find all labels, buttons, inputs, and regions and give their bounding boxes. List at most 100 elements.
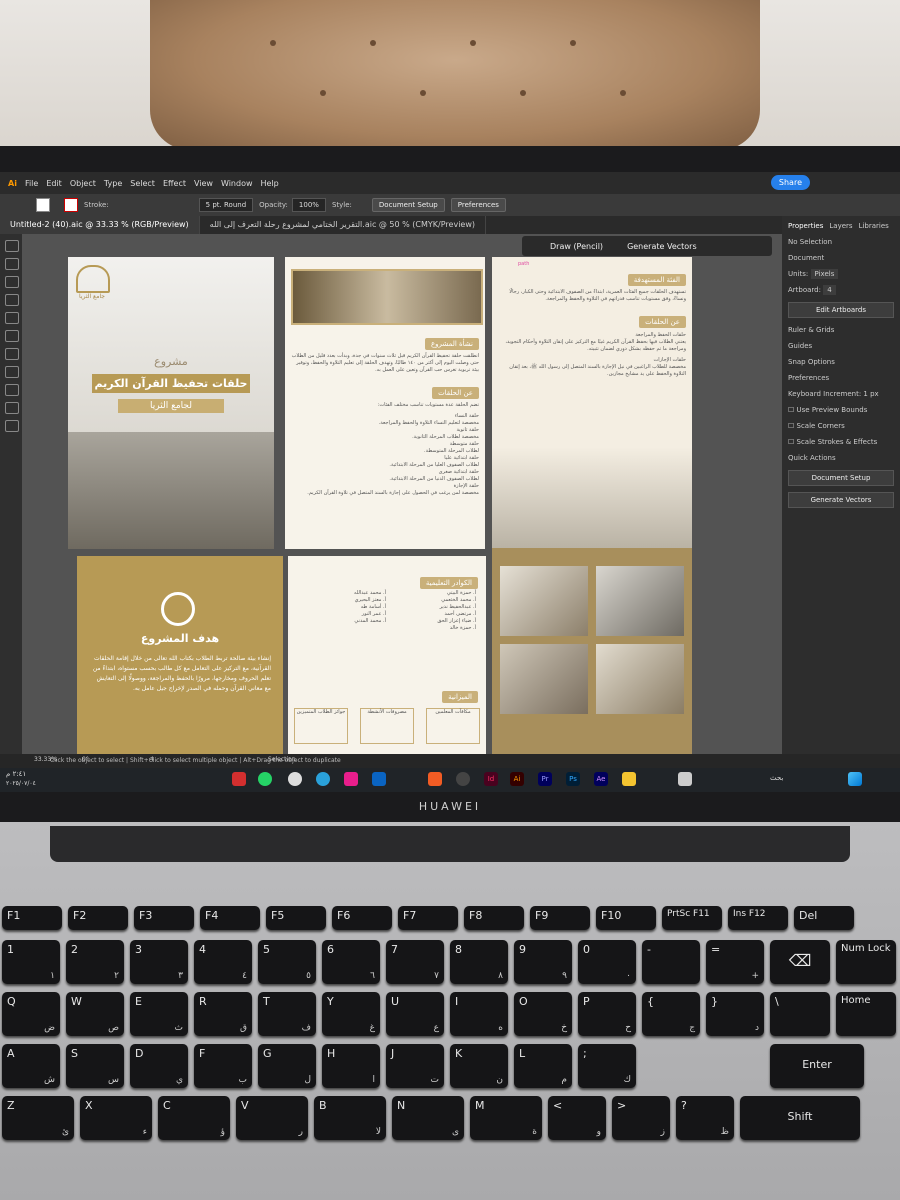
- key-8[interactable]: 8٨: [450, 940, 508, 984]
- artboard-select[interactable]: 4: [823, 285, 836, 295]
- key-a[interactable]: Aش: [2, 1044, 60, 1088]
- search-box[interactable]: بحث: [770, 774, 783, 782]
- share-button[interactable]: Share: [770, 175, 810, 190]
- direct-selection-tool-icon[interactable]: [5, 258, 19, 270]
- key-6[interactable]: 6٦: [322, 940, 380, 984]
- tab-libraries[interactable]: Libraries: [859, 222, 889, 230]
- acrobat-icon[interactable]: [232, 772, 246, 786]
- key-k[interactable]: Kن: [450, 1044, 508, 1088]
- key-y[interactable]: Yغ: [322, 992, 380, 1036]
- key-left-brace[interactable]: {ج: [642, 992, 700, 1036]
- edit-artboards-button[interactable]: Edit Artboards: [788, 302, 894, 318]
- key-shift-right[interactable]: Shift: [740, 1096, 860, 1140]
- indesign-icon[interactable]: Id: [484, 772, 498, 786]
- key-f12[interactable]: Ins F12: [728, 906, 788, 930]
- key-3[interactable]: 3٣: [130, 940, 188, 984]
- menu-window[interactable]: Window: [221, 179, 253, 188]
- key-slash[interactable]: ? ظ: [676, 1096, 734, 1140]
- brush-tool-icon[interactable]: [5, 348, 19, 360]
- key-f11[interactable]: PrtSc F11: [662, 906, 722, 930]
- key-t[interactable]: Tف: [258, 992, 316, 1036]
- tab-final-report[interactable]: التقرير الختامي لمشروع رحلة التعرف إلى ا…: [200, 216, 486, 234]
- artboard-project-goal[interactable]: هدف المشروع إنشاء بيئة صالحة تربط الطلاب…: [77, 556, 283, 754]
- rotation-value[interactable]: 0°: [82, 756, 89, 763]
- pink-app-icon[interactable]: [344, 772, 358, 786]
- key-c[interactable]: Cؤ: [158, 1096, 230, 1140]
- key-r[interactable]: Rق: [194, 992, 252, 1036]
- menu-effect[interactable]: Effect: [163, 179, 186, 188]
- key-f6[interactable]: F6: [332, 906, 392, 930]
- key-w[interactable]: Wص: [66, 992, 124, 1036]
- menu-object[interactable]: Object: [70, 179, 96, 188]
- fill-swatch[interactable]: [36, 198, 50, 212]
- key-m[interactable]: Mة: [470, 1096, 542, 1140]
- menu-help[interactable]: Help: [261, 179, 279, 188]
- key-f1[interactable]: F1: [2, 906, 62, 930]
- key-backspace[interactable]: ⌫: [770, 940, 830, 984]
- key-f4[interactable]: F4: [200, 906, 260, 930]
- key-f8[interactable]: F8: [464, 906, 524, 930]
- document-setup-quick-button[interactable]: Document Setup: [788, 470, 894, 486]
- opacity-input[interactable]: 100%: [291, 198, 326, 212]
- key-v[interactable]: Vر: [236, 1096, 308, 1140]
- type-tool-icon[interactable]: [5, 294, 19, 306]
- key-f[interactable]: Fب: [194, 1044, 252, 1088]
- key-z[interactable]: Zئ: [2, 1096, 74, 1140]
- keyboard-increment-input[interactable]: 1 px: [863, 390, 878, 398]
- key-f10[interactable]: F10: [596, 906, 656, 930]
- key-2[interactable]: 2٢: [66, 940, 124, 984]
- key-home[interactable]: Home: [836, 992, 896, 1036]
- photoshop-icon[interactable]: Ps: [566, 772, 580, 786]
- key-5[interactable]: 5٥: [258, 940, 316, 984]
- key-minus[interactable]: -: [642, 940, 700, 984]
- units-select[interactable]: Pixels: [810, 269, 839, 279]
- zoom-tool-icon[interactable]: [5, 420, 19, 432]
- key-0[interactable]: 0٠: [578, 940, 636, 984]
- key-l[interactable]: Lم: [514, 1044, 572, 1088]
- artboard-cover[interactable]: جامع الثريا مشروع حلقات تحفيظ القرآن الك…: [68, 257, 274, 549]
- stroke-swatch[interactable]: [64, 198, 78, 212]
- key-p[interactable]: Pح: [578, 992, 636, 1036]
- preferences-button[interactable]: Preferences: [450, 198, 506, 212]
- artboard-target-audience[interactable]: path الفئة المستهدفة تستهدف الحلقات جميع…: [492, 257, 692, 549]
- key-h[interactable]: Hا: [322, 1044, 380, 1088]
- checkbox-icon[interactable]: ☐: [788, 406, 794, 414]
- artboard-nav[interactable]: 4: [150, 756, 154, 763]
- brush-select[interactable]: 5 pt. Round: [198, 198, 254, 212]
- key-comma[interactable]: < و: [548, 1096, 606, 1140]
- rectangle-tool-icon[interactable]: [5, 330, 19, 342]
- tab-untitled[interactable]: Untitled-2 (40).aic @ 33.33 % (RGB/Previ…: [0, 216, 200, 234]
- menu-file[interactable]: File: [25, 179, 38, 188]
- clock-time[interactable]: ٢:٤١ م: [6, 770, 26, 778]
- artboard-about-project[interactable]: نشأة المشروع انطلقت حلقة تحفيظ القرآن ال…: [285, 257, 485, 549]
- selection-tool-icon[interactable]: [5, 240, 19, 252]
- illustrator-icon[interactable]: Ai: [510, 772, 524, 786]
- key-7[interactable]: 7٧: [386, 940, 444, 984]
- windows-start-icon[interactable]: [848, 772, 862, 786]
- artboard-photo-grid[interactable]: [492, 548, 692, 754]
- key-d[interactable]: Dي: [130, 1044, 188, 1088]
- key-s[interactable]: Sس: [66, 1044, 124, 1088]
- brave-icon[interactable]: [428, 772, 442, 786]
- key-4[interactable]: 4٤: [194, 940, 252, 984]
- line-tool-icon[interactable]: [5, 312, 19, 324]
- key-g[interactable]: Gل: [258, 1044, 316, 1088]
- key-enter[interactable]: Enter: [770, 1044, 864, 1088]
- generate-vectors-quick-button[interactable]: Generate Vectors: [788, 492, 894, 508]
- key-n[interactable]: Nى: [392, 1096, 464, 1140]
- file-explorer-icon[interactable]: [622, 772, 636, 786]
- key-period[interactable]: > ز: [612, 1096, 670, 1140]
- clock-date[interactable]: ٢٠٢٥/٠٧/٠٤: [6, 780, 36, 787]
- checkbox-icon[interactable]: ☐: [788, 438, 794, 446]
- key-f9[interactable]: F9: [530, 906, 590, 930]
- key-f2[interactable]: F2: [68, 906, 128, 930]
- hand-tool-icon[interactable]: [5, 402, 19, 414]
- tab-layers[interactable]: Layers: [829, 222, 852, 230]
- key-semicolon[interactable]: ; ك: [578, 1044, 636, 1088]
- outlook-icon[interactable]: [372, 772, 386, 786]
- premiere-icon[interactable]: Pr: [538, 772, 552, 786]
- key-b[interactable]: B لا: [314, 1096, 386, 1140]
- key-x[interactable]: Xء: [80, 1096, 152, 1140]
- scale-tool-icon[interactable]: [5, 384, 19, 396]
- key-o[interactable]: Oخ: [514, 992, 572, 1036]
